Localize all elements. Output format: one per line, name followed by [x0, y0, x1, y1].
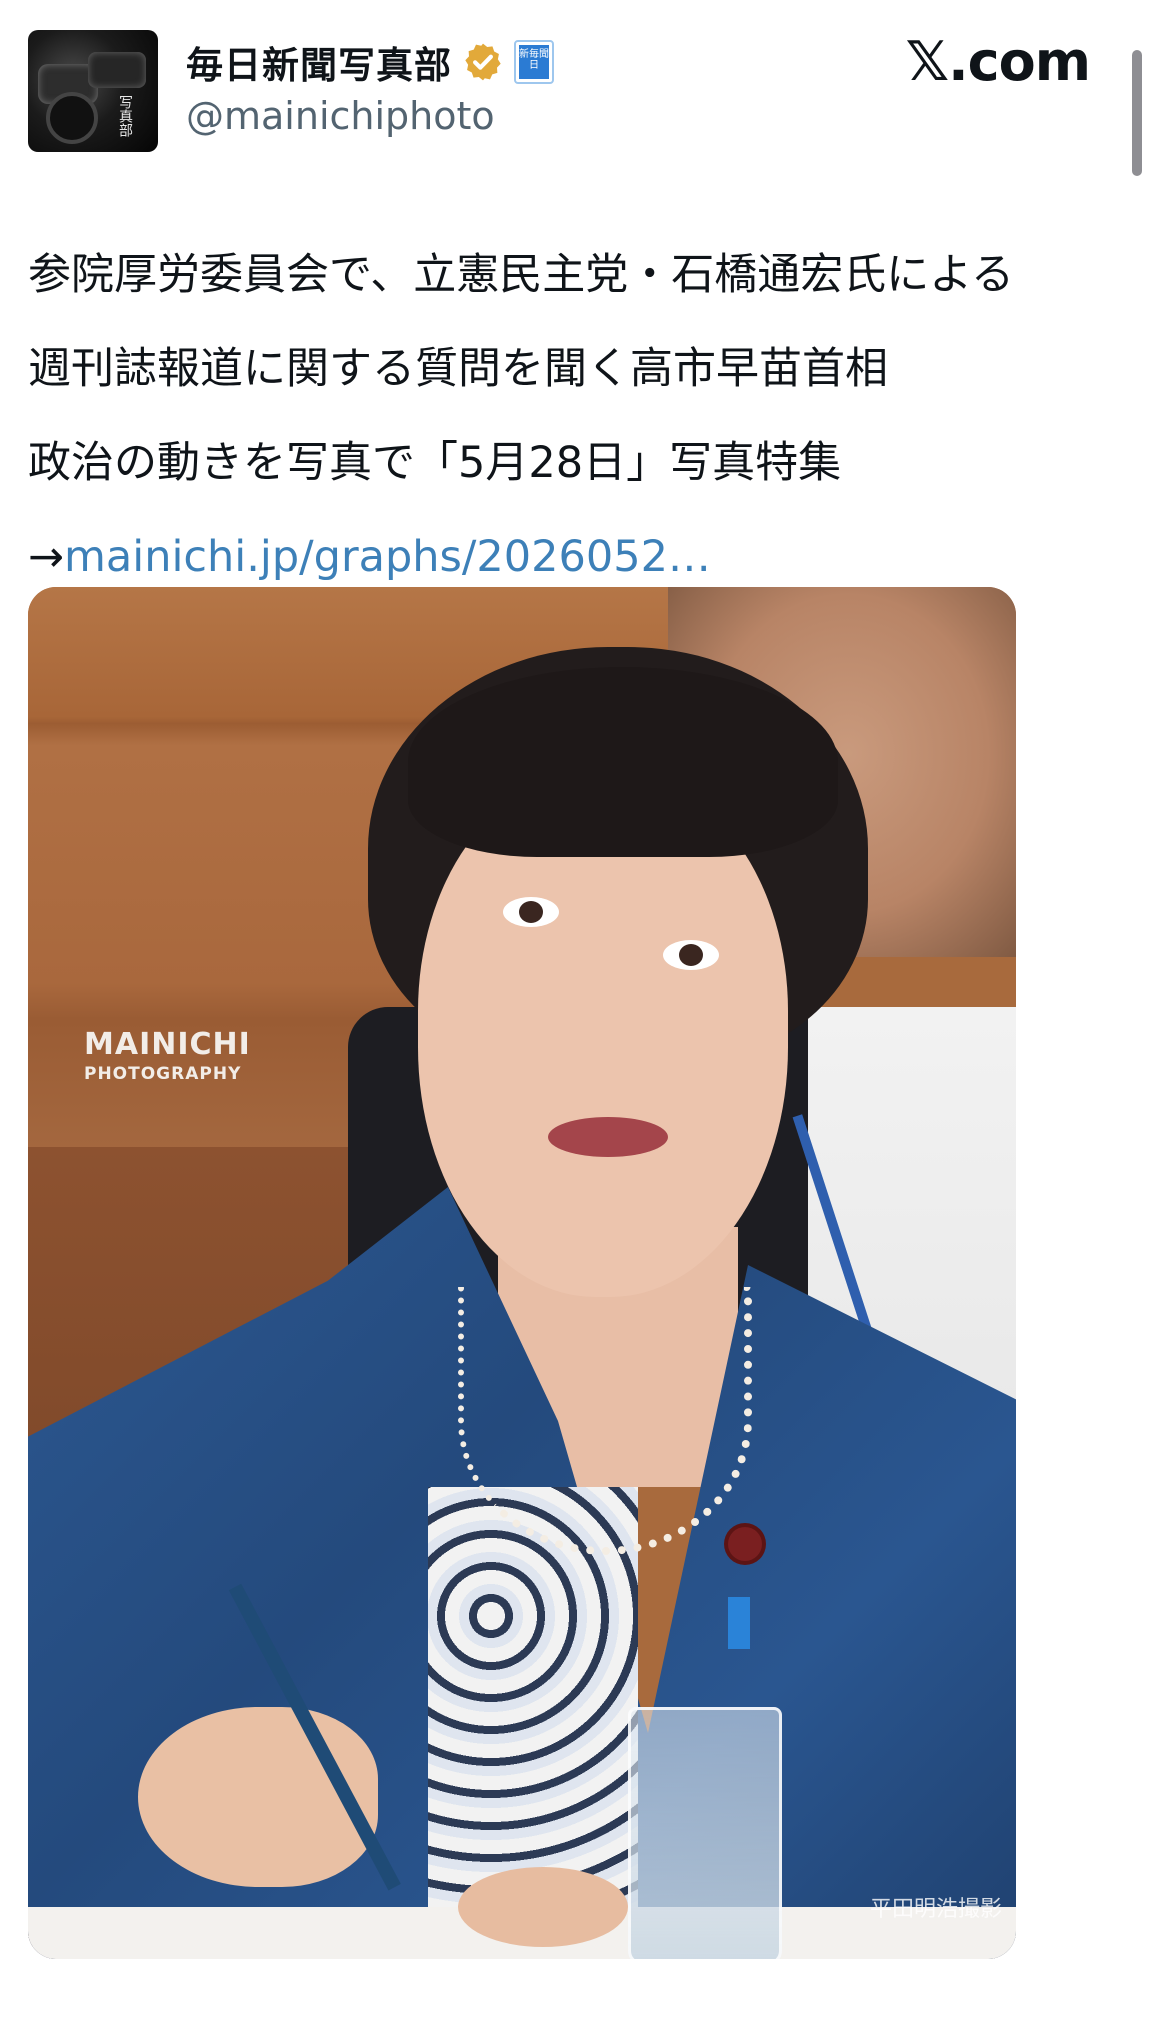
account-handle[interactable]: @mainichiphoto: [186, 94, 495, 138]
watermark-subtitle: PHOTOGRAPHY: [84, 1064, 242, 1084]
eye: [663, 940, 719, 970]
lapel-pin: [728, 1527, 762, 1561]
name-row: 毎日新聞写真部 新毎聞日: [186, 36, 554, 88]
x-logo[interactable]: 𝕏.com: [906, 30, 1091, 93]
affiliate-badge-icon[interactable]: 新毎聞日: [514, 40, 554, 84]
scrollbar[interactable]: [1132, 50, 1142, 176]
tweet-line: 参院厚労委員会で、立憲民主党・石橋通宏氏による: [28, 250, 1014, 300]
watermark-title: MAINICHI: [84, 1027, 251, 1062]
display-name[interactable]: 毎日新聞写真部: [186, 35, 452, 89]
eye: [503, 897, 559, 927]
hand: [458, 1867, 628, 1947]
tweet-line: 週刊誌報道に関する質問を聞く高市早苗首相: [28, 344, 888, 394]
pearl-necklace: [458, 1287, 752, 1555]
photo-watermark: MAINICHI PHOTOGRAPHY: [84, 1027, 251, 1084]
water-glass: [628, 1707, 782, 1959]
verified-badge-icon[interactable]: [462, 41, 504, 83]
tweet-photo[interactable]: MAINICHI PHOTOGRAPHY 平田明浩撮影: [28, 587, 1016, 1959]
avatar-seal-text: 写真部: [117, 95, 133, 137]
camera-lens-graphic: [46, 92, 98, 144]
camera-graphic: [88, 52, 146, 88]
affiliate-badge-text: 新毎聞日: [519, 45, 549, 79]
tweet-text: 参院厚労委員会で、立憲民主党・石橋通宏氏による 週刊誌報道に関する質問を聞く高市…: [28, 228, 1128, 604]
blue-ribbon: [728, 1597, 750, 1649]
account-avatar[interactable]: 写真部: [28, 30, 158, 152]
arrow-prefix: →: [28, 532, 65, 582]
tweet-link[interactable]: mainichi.jp/graphs/2026052…: [64, 532, 711, 582]
lips: [548, 1117, 668, 1157]
hair-fringe: [408, 667, 838, 857]
photo-credit: 平田明浩撮影: [869, 1897, 1002, 1922]
tweet-line: 政治の動きを写真で「5月28日」写真特集: [28, 438, 842, 488]
